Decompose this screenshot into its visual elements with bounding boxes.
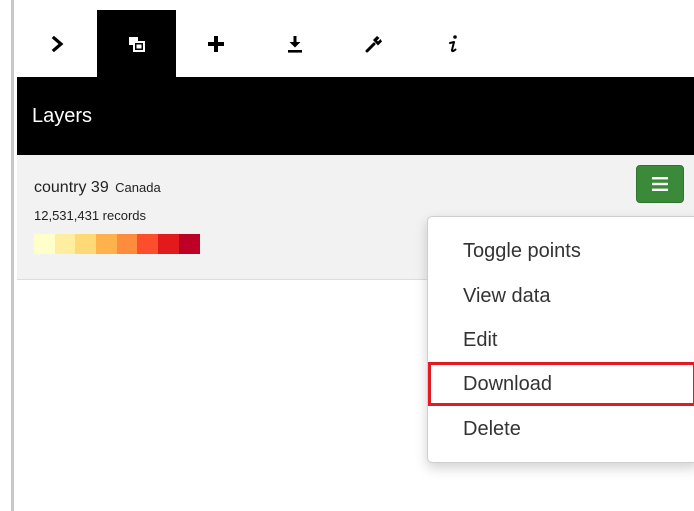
layer-options-menu: Toggle points View data Edit Download De… xyxy=(427,216,694,463)
menu-item-delete[interactable]: Delete xyxy=(428,410,694,448)
panel-header: Layers xyxy=(17,77,694,155)
legend-swatch xyxy=(178,234,200,254)
collapse-button[interactable] xyxy=(18,10,97,77)
color-legend xyxy=(34,234,200,254)
plus-icon xyxy=(207,35,224,52)
legend-swatch xyxy=(34,234,55,254)
menu-item-download[interactable]: Download xyxy=(428,365,694,403)
layer-menu-button[interactable] xyxy=(636,165,684,203)
left-edge-divider xyxy=(11,0,14,511)
chevron-right-icon xyxy=(51,35,63,52)
tools-button[interactable] xyxy=(334,10,413,77)
layer-region: Canada xyxy=(115,180,161,195)
layers-panel: Layers country 39 Canada 12,531,431 reco… xyxy=(17,0,694,511)
legend-swatch xyxy=(158,234,179,254)
layer-name: country 39 xyxy=(34,179,109,196)
legend-swatch xyxy=(116,234,138,254)
add-layer-button[interactable] xyxy=(176,10,255,77)
legend-swatch xyxy=(137,234,159,254)
legend-swatch xyxy=(96,234,117,254)
legend-swatch xyxy=(75,234,97,254)
info-button[interactable] xyxy=(413,10,492,77)
menu-item-view-data[interactable]: View data xyxy=(428,277,694,315)
legend-swatch xyxy=(54,234,76,254)
hamburger-icon xyxy=(652,177,668,191)
layer-record-count: 12,531,431 records xyxy=(34,208,147,223)
layer-name-line: country 39 Canada xyxy=(34,179,161,197)
menu-item-edit[interactable]: Edit xyxy=(428,321,694,359)
panel-title: Layers xyxy=(32,104,93,127)
download-icon xyxy=(287,35,302,53)
layers-tab-button[interactable] xyxy=(97,10,176,77)
menu-item-toggle-points[interactable]: Toggle points xyxy=(428,232,694,270)
layers-icon xyxy=(128,36,145,52)
toolbar xyxy=(17,0,694,77)
wrench-icon xyxy=(365,35,382,52)
page: Layers country 39 Canada 12,531,431 reco… xyxy=(0,0,694,511)
info-icon xyxy=(448,34,457,52)
download-button[interactable] xyxy=(255,10,334,77)
